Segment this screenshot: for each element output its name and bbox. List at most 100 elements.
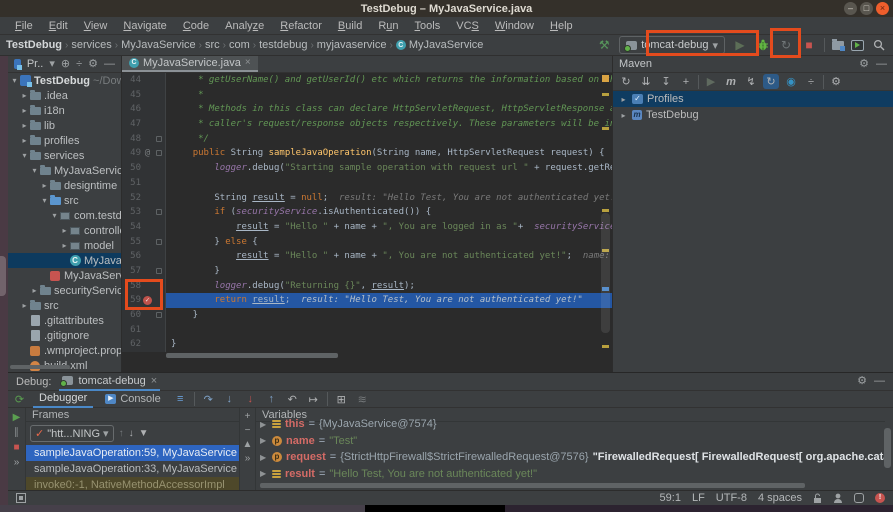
code-line-61[interactable]: 61 <box>122 323 612 338</box>
expand-arrow-icon[interactable]: ▶ <box>260 420 268 429</box>
breadcrumb-item[interactable]: services <box>71 39 111 51</box>
project-tree-item-securityservice[interactable]: ▸securityService <box>8 283 121 298</box>
menu-navigate[interactable]: Navigate <box>116 19 173 33</box>
code-line-55[interactable]: 55 } else { <box>122 235 612 250</box>
code-line-53[interactable]: 53 if (securityService.isAuthenticated()… <box>122 205 612 220</box>
gutter[interactable]: 53 <box>122 205 166 220</box>
menu-tools[interactable]: Tools <box>408 19 448 33</box>
tree-arrow-icon[interactable]: ▸ <box>20 136 29 145</box>
variable-row-this[interactable]: ▶this = {MyJavaService@7574} <box>256 416 885 433</box>
gutter-spacer[interactable] <box>141 132 154 147</box>
code-line-52[interactable]: 52 String result = null; result: "Hello … <box>122 191 612 206</box>
code-editor[interactable]: 44 * getUserName() and getUserId() etc w… <box>122 73 612 352</box>
code-line-49[interactable]: 49@ public String sampleJavaOperation(St… <box>122 146 612 161</box>
run-maven-build-icon[interactable]: ▶ <box>703 74 719 89</box>
prev-frame-icon[interactable]: ↑ <box>119 428 124 439</box>
code-line-45[interactable]: 45 * <box>122 88 612 103</box>
move-watch-up-icon[interactable]: ▲ <box>243 439 253 450</box>
line-separator[interactable]: LF <box>692 492 705 504</box>
coverage-button[interactable]: ↻ <box>778 37 794 53</box>
project-tree-item-designtime[interactable]: ▸designtime <box>8 178 121 193</box>
build-hammer-icon[interactable]: ⚒ <box>596 37 612 53</box>
gutter[interactable]: 44 <box>122 73 166 88</box>
tab-console[interactable]: ▶Console <box>99 391 166 408</box>
maximize-button[interactable]: □ <box>860 2 873 15</box>
step-over-icon[interactable]: ↷ <box>201 393 216 406</box>
next-frame-icon[interactable]: ↓ <box>129 428 134 439</box>
toggle-offline-icon[interactable]: ↯ <box>743 74 759 89</box>
code-line-56[interactable]: 56 result = "Hello " + name + ", You are… <box>122 249 612 264</box>
debug-session-tab[interactable]: tomcat-debug × <box>59 373 160 391</box>
gutter[interactable]: 45 <box>122 88 166 103</box>
run-config-selector[interactable]: tomcat-debug▾ <box>619 36 725 54</box>
gutter[interactable]: 47 <box>122 117 166 132</box>
code-line-48[interactable]: 48 */ <box>122 132 612 147</box>
tree-arrow-icon[interactable]: ▸ <box>20 91 29 100</box>
code-line-44[interactable]: 44 * getUserName() and getUserId() etc w… <box>122 73 612 88</box>
gutter-spacer[interactable] <box>141 323 154 338</box>
menu-file[interactable]: File <box>8 19 40 33</box>
project-structure-icon[interactable] <box>832 41 844 50</box>
gutter[interactable]: 49@ <box>122 146 166 161</box>
code-line-58[interactable]: 58 logger.debug("Returning {}", result); <box>122 279 612 294</box>
tree-arrow-icon[interactable]: ▾ <box>20 151 29 160</box>
breadcrumb-item[interactable]: MyJavaService <box>121 39 196 51</box>
breadcrumb-item[interactable]: src <box>205 39 220 51</box>
fold-marker-icon[interactable] <box>154 235 165 250</box>
gutter-spacer[interactable] <box>141 279 154 294</box>
editor-vscrollbar[interactable] <box>601 213 610 333</box>
editor-tab[interactable]: C MyJavaService.java × <box>122 56 258 72</box>
collapse-all-icon[interactable]: ÷ <box>76 59 82 70</box>
menu-code[interactable]: Code <box>176 19 216 33</box>
step-into-icon[interactable]: ↓ <box>222 393 237 405</box>
tree-arrow-icon[interactable]: ▸ <box>619 111 628 120</box>
gutter[interactable]: 51 <box>122 176 166 191</box>
project-tree-hscrollbar[interactable] <box>10 365 70 369</box>
menu-build[interactable]: Build <box>331 19 369 33</box>
expand-arrow-icon[interactable]: ▶ <box>260 436 268 445</box>
menu-edit[interactable]: Edit <box>42 19 75 33</box>
layout-settings-icon[interactable]: ≡ <box>173 393 188 405</box>
menu-analyze[interactable]: Analyze <box>218 19 271 33</box>
fold-marker-icon[interactable] <box>154 308 165 323</box>
more-watch-icon[interactable]: » <box>245 453 251 464</box>
breadcrumb-item[interactable]: myjavaservice <box>317 39 387 51</box>
gutter[interactable]: 58 <box>122 279 166 294</box>
variable-row-name[interactable]: ▶pname = "Test" <box>256 433 885 450</box>
annotation-gutter-icon[interactable]: @ <box>141 146 154 161</box>
thread-selector[interactable]: ✓"htt...NING▾ <box>30 425 114 442</box>
maven-item-profiles[interactable]: ▸✓Profiles <box>613 91 893 107</box>
filter-frames-icon[interactable]: ▼ <box>139 428 149 439</box>
locate-file-icon[interactable]: ⊕ <box>61 59 70 70</box>
generate-sources-icon[interactable]: ⇊ <box>638 74 654 89</box>
project-tree-item-src[interactable]: ▾src <box>8 193 121 208</box>
expand-arrow-icon[interactable]: ▶ <box>260 453 268 462</box>
gutter-spacer[interactable] <box>141 205 154 220</box>
resume-icon[interactable]: ▶ <box>13 412 21 423</box>
pause-icon[interactable]: ∥ <box>14 427 19 438</box>
code-line-60[interactable]: 60 } <box>122 308 612 323</box>
force-step-into-icon[interactable]: ↓ <box>243 393 258 405</box>
gutter-spacer[interactable] <box>141 191 154 206</box>
code-line-54[interactable]: 54 result = "Hello " + name + ", You are… <box>122 220 612 235</box>
editor-hscrollbar[interactable] <box>166 353 338 358</box>
minimize-button[interactable]: – <box>844 2 857 15</box>
project-tree-item-myjavaservice[interactable]: ▾MyJavaService <box>8 163 121 178</box>
add-watch-icon[interactable]: + <box>245 411 251 422</box>
menu-vcs[interactable]: VCS <box>449 19 486 33</box>
code-line-46[interactable]: 46 * Methods in this class can declare H… <box>122 102 612 117</box>
frame-row[interactable]: sampleJavaOperation:59, MyJavaService <box>26 445 239 461</box>
run-window-icon[interactable] <box>851 40 864 51</box>
gutter-spacer[interactable] <box>141 264 154 279</box>
breakpoint-icon[interactable]: ✓ <box>141 293 154 308</box>
tree-arrow-icon[interactable]: ▾ <box>50 211 59 220</box>
rerun-icon[interactable]: ⟳ <box>12 393 27 406</box>
maven-item-testdebug[interactable]: ▸mTestDebug <box>613 107 893 123</box>
project-tree-item-wmprojectprop[interactable]: .wmproject.prop <box>8 343 121 358</box>
gutter[interactable]: 56 <box>122 249 166 264</box>
variable-row-result[interactable]: ▶result = "Hello Test, You are not authe… <box>256 466 885 483</box>
tree-arrow-icon[interactable]: ▸ <box>60 226 69 235</box>
variable-row-request[interactable]: ▶prequest = {StrictHttpFirewall$StrictFi… <box>256 449 885 466</box>
tree-arrow-icon[interactable]: ▸ <box>30 286 39 295</box>
project-tree-item-gitattributes[interactable]: .gitattributes <box>8 313 121 328</box>
